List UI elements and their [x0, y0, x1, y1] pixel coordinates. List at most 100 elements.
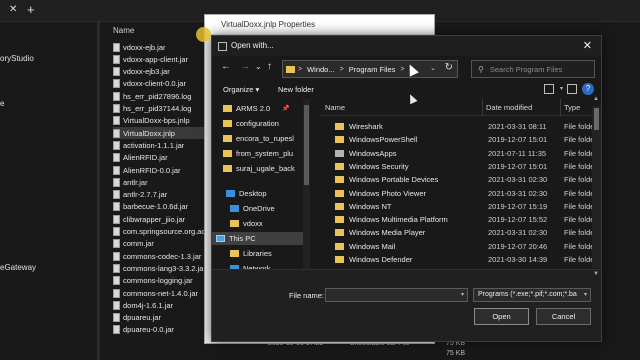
file-name: AlienRFID-0.0.jar: [123, 165, 181, 175]
chevron-down-icon[interactable]: ⌄: [430, 64, 436, 72]
tree-item[interactable]: encora_to_rupesl: [223, 132, 294, 145]
list-item[interactable]: Windows Mail 2019-12-07 20:46 File folder: [319, 240, 601, 253]
file-list-item[interactable]: antlr-2.7.7.jar: [113, 189, 167, 201]
file-list-item[interactable]: com.springsource.org.ac: [113, 226, 205, 238]
file-list-item[interactable]: AlienRFID-0.0.jar: [113, 164, 181, 176]
file-list-item[interactable]: dom4j-1.6.1.jar: [113, 299, 173, 311]
close-tab-icon[interactable]: ✕: [9, 4, 17, 15]
list-item[interactable]: Windows NT 2019-12-07 15:19 File folder: [319, 200, 601, 213]
refresh-icon[interactable]: ↻: [445, 62, 453, 73]
file-list-item[interactable]: barbecue-1.0.6d.jar: [113, 201, 188, 213]
close-icon[interactable]: ✕: [583, 39, 592, 52]
column-header-name[interactable]: Name: [325, 103, 345, 112]
recent-locations-icon[interactable]: ⌄: [255, 62, 262, 71]
open-with-dialog: Open with... ✕ ← → ⌄ ↑ > Windo... > Prog…: [211, 35, 602, 342]
list-item[interactable]: WindowsPowerShell 2019-12-07 15:01 File fo…: [319, 133, 601, 146]
tree-item[interactable]: configuration: [223, 117, 279, 130]
item-date: 2021-07-11 11:35: [488, 148, 547, 158]
file-list-item[interactable]: dpuareu-0.0.jar: [113, 324, 174, 336]
file-list-item[interactable]: vdoxx-ejb3.jar: [113, 66, 170, 78]
chevron-down-icon[interactable]: ▾: [584, 289, 587, 301]
file-list-item[interactable]: vdoxx-app-client.jar: [113, 53, 188, 65]
tree-item[interactable]: This PC: [212, 232, 304, 245]
list-item[interactable]: Windows Photo Viewer 2021-03-31 02:30 File…: [319, 187, 601, 200]
preview-pane-icon[interactable]: [567, 84, 577, 94]
tree-item[interactable]: vdoxx: [230, 217, 263, 230]
scroll-down-icon[interactable]: ▼: [593, 271, 599, 277]
list-item[interactable]: Windows Multimedia Platform 2019-12-07 15…: [319, 213, 601, 226]
chevron-down-icon[interactable]: ▾: [461, 291, 464, 298]
tree-item[interactable]: Desktop: [226, 187, 267, 200]
file-list-item[interactable]: commons-logging.jar: [113, 275, 193, 287]
file-type-select[interactable]: Programs (*.exe;*.pif;*.com;*.ba ▾: [473, 288, 591, 302]
cursor-highlight: [196, 27, 211, 42]
scrollbar-thumb[interactable]: [594, 108, 599, 130]
up-arrow-icon[interactable]: ↑: [267, 61, 272, 72]
file-list-item[interactable]: antlr.jar: [113, 176, 148, 188]
file-name: hs_err_pid37144.log: [123, 104, 192, 113]
list-item[interactable]: Windows Media Player 2021-03-31 02:30 File…: [319, 226, 601, 239]
tree-scrollbar[interactable]: [303, 99, 310, 269]
cancel-button[interactable]: Cancel: [536, 308, 591, 325]
file-icon: [113, 325, 120, 335]
new-folder-button[interactable]: New folder: [278, 85, 314, 94]
nav-item[interactable]: oryStudio: [0, 54, 34, 63]
tree-item[interactable]: Network: [230, 262, 271, 269]
breadcrumb-program-files[interactable]: Program Files: [349, 65, 396, 74]
file-list-item[interactable]: comm.jar: [113, 238, 154, 250]
tree-item[interactable]: OneDrive: [230, 202, 275, 215]
list-item[interactable]: Windows Portable Devices 2021-03-31 02:30…: [319, 173, 601, 186]
item-name: Windows Mail: [349, 241, 396, 251]
column-header-type[interactable]: Type: [564, 103, 580, 112]
column-divider[interactable]: [482, 99, 483, 116]
nav-item[interactable]: eGateway: [0, 263, 36, 272]
scrollbar-thumb[interactable]: [304, 105, 309, 185]
file-list-item[interactable]: dpuareu.jar: [113, 312, 161, 324]
tree-item[interactable]: Libraries: [230, 247, 272, 260]
folder-icon: [335, 256, 344, 263]
nav-item[interactable]: e: [0, 99, 4, 108]
file-list-item[interactable]: vdoxx-client-0.0.jar: [113, 78, 186, 90]
file-list-item[interactable]: clibwrapper_jiio.jar: [113, 213, 185, 225]
breadcrumb-separator: >: [339, 65, 344, 73]
list-item[interactable]: Windows Security 2019-12-07 15:01 File fol…: [319, 160, 601, 173]
cloud-icon: [230, 205, 239, 212]
name-column-header[interactable]: Name: [113, 26, 134, 35]
breadcrumb-windows[interactable]: Windo...: [307, 65, 335, 74]
file-list-item[interactable]: commons-codec-1.3.jar: [113, 250, 201, 262]
pane-splitter[interactable]: [311, 99, 319, 269]
file-list-item[interactable]: vdoxx-ejb.jar: [113, 41, 166, 53]
search-input[interactable]: ⚲ Search Program Files: [471, 60, 595, 78]
file-list-item[interactable]: VirtualDoxx.jnlp: [113, 127, 205, 140]
new-tab-icon[interactable]: +: [27, 2, 35, 17]
organize-menu[interactable]: Organize ▾: [223, 85, 259, 94]
file-name: clibwrapper_jiio.jar: [123, 214, 186, 224]
tree-item[interactable]: suraj_ugale_back: [223, 162, 295, 175]
file-list-item[interactable]: AlienRFID.jar: [113, 152, 168, 164]
forward-arrow-icon[interactable]: →: [240, 61, 250, 72]
list-item[interactable]: WindowsApps 2021-07-11 11:35 File folder: [319, 147, 601, 160]
file-list-item[interactable]: hs_err_pid37144.log: [113, 103, 191, 115]
chevron-down-icon[interactable]: ▾: [560, 85, 563, 92]
list-item[interactable]: Wireshark 2021-03-31 08:11 File folder: [319, 120, 601, 133]
tree-item[interactable]: from_system_plu: [223, 147, 293, 160]
file-list-item[interactable]: activation-1.1.1.jar: [113, 139, 184, 151]
scroll-up-icon[interactable]: ▲: [593, 96, 599, 102]
file-list-scrollbar[interactable]: ▲ ▼: [592, 96, 601, 277]
tree-item[interactable]: ARMS 2.0 📌: [223, 102, 290, 115]
breadcrumb-separator[interactable]: >: [400, 66, 404, 73]
view-options-icon[interactable]: [544, 84, 554, 94]
item-date: 2021-03-31 02:30: [488, 188, 548, 198]
column-header-date-modified[interactable]: Date modified: [486, 103, 532, 112]
file-list-item[interactable]: VirtualDoxx-bps.jnlp: [113, 115, 190, 127]
file-list-item[interactable]: commons-net-1.4.0.jar: [113, 287, 198, 299]
list-item[interactable]: Windows Defender 2021-03-30 14:39 File fol…: [319, 253, 601, 266]
address-bar[interactable]: > Windo... > Program Files > ⌄ ↻: [282, 60, 458, 78]
column-divider[interactable]: [560, 99, 561, 116]
back-arrow-icon[interactable]: ←: [221, 61, 231, 72]
file-list-item[interactable]: commons-lang3-3.3.2.jar: [113, 262, 206, 274]
open-button[interactable]: Open: [474, 308, 529, 325]
help-icon[interactable]: ?: [582, 83, 594, 95]
file-list-item[interactable]: hs_err_pid27896.log: [113, 90, 191, 102]
file-name-input[interactable]: ▾: [325, 288, 468, 302]
